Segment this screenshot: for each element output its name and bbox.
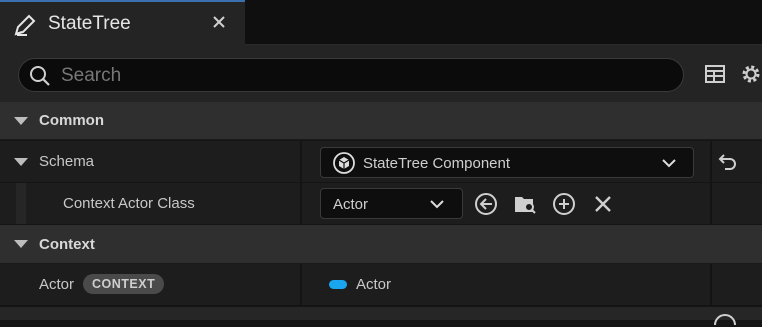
- clear-icon[interactable]: [591, 192, 615, 216]
- property-row-schema: Schema StateTree Component: [0, 141, 762, 183]
- cube-icon: [333, 152, 355, 174]
- schema-combo[interactable]: StateTree Component: [320, 147, 694, 178]
- property-label: Schema: [39, 153, 95, 170]
- collapse-arrow-icon[interactable]: [14, 240, 28, 248]
- actor-class-combo[interactable]: Actor: [320, 188, 463, 219]
- next-row-partial: [0, 306, 762, 326]
- search-input[interactable]: [59, 62, 663, 90]
- search-toolbar: [0, 45, 762, 102]
- actor-value: Actor: [356, 276, 392, 293]
- expand-arrow-icon[interactable]: [14, 158, 28, 166]
- property-row-context-actor-class: Context Actor Class Actor: [0, 183, 762, 225]
- property-label: Actor: [39, 276, 75, 293]
- schema-value: StateTree Component: [363, 155, 511, 172]
- search-box[interactable]: [18, 58, 684, 92]
- reset-to-default-icon[interactable]: [715, 151, 739, 175]
- category-label: Context: [39, 236, 95, 253]
- tab-bar: StateTree: [0, 0, 762, 45]
- context-badge: CONTEXT: [83, 274, 165, 294]
- gear-icon[interactable]: [738, 61, 762, 87]
- partial-icon: [714, 314, 736, 326]
- close-icon[interactable]: [210, 13, 228, 31]
- use-selected-icon[interactable]: [474, 192, 498, 216]
- property-row-actor: Actor CONTEXT Actor: [0, 264, 762, 306]
- tab-title: StateTree: [48, 13, 131, 34]
- category-context[interactable]: Context: [0, 225, 762, 264]
- category-common[interactable]: Common: [0, 102, 762, 140]
- category-label: Common: [39, 112, 104, 129]
- add-icon[interactable]: [552, 192, 576, 216]
- search-icon: [30, 66, 50, 86]
- table-view-icon[interactable]: [703, 62, 727, 86]
- pencil-icon: [14, 14, 36, 36]
- tab-statetree[interactable]: StateTree: [0, 0, 245, 45]
- chevron-down-icon: [662, 159, 676, 168]
- property-label: Context Actor Class: [63, 195, 195, 212]
- browse-folder-icon[interactable]: [513, 192, 537, 216]
- actor-class-value: Actor: [333, 196, 369, 213]
- actor-type-pill: [329, 280, 347, 289]
- collapse-arrow-icon[interactable]: [14, 117, 28, 125]
- chevron-down-icon: [430, 200, 444, 209]
